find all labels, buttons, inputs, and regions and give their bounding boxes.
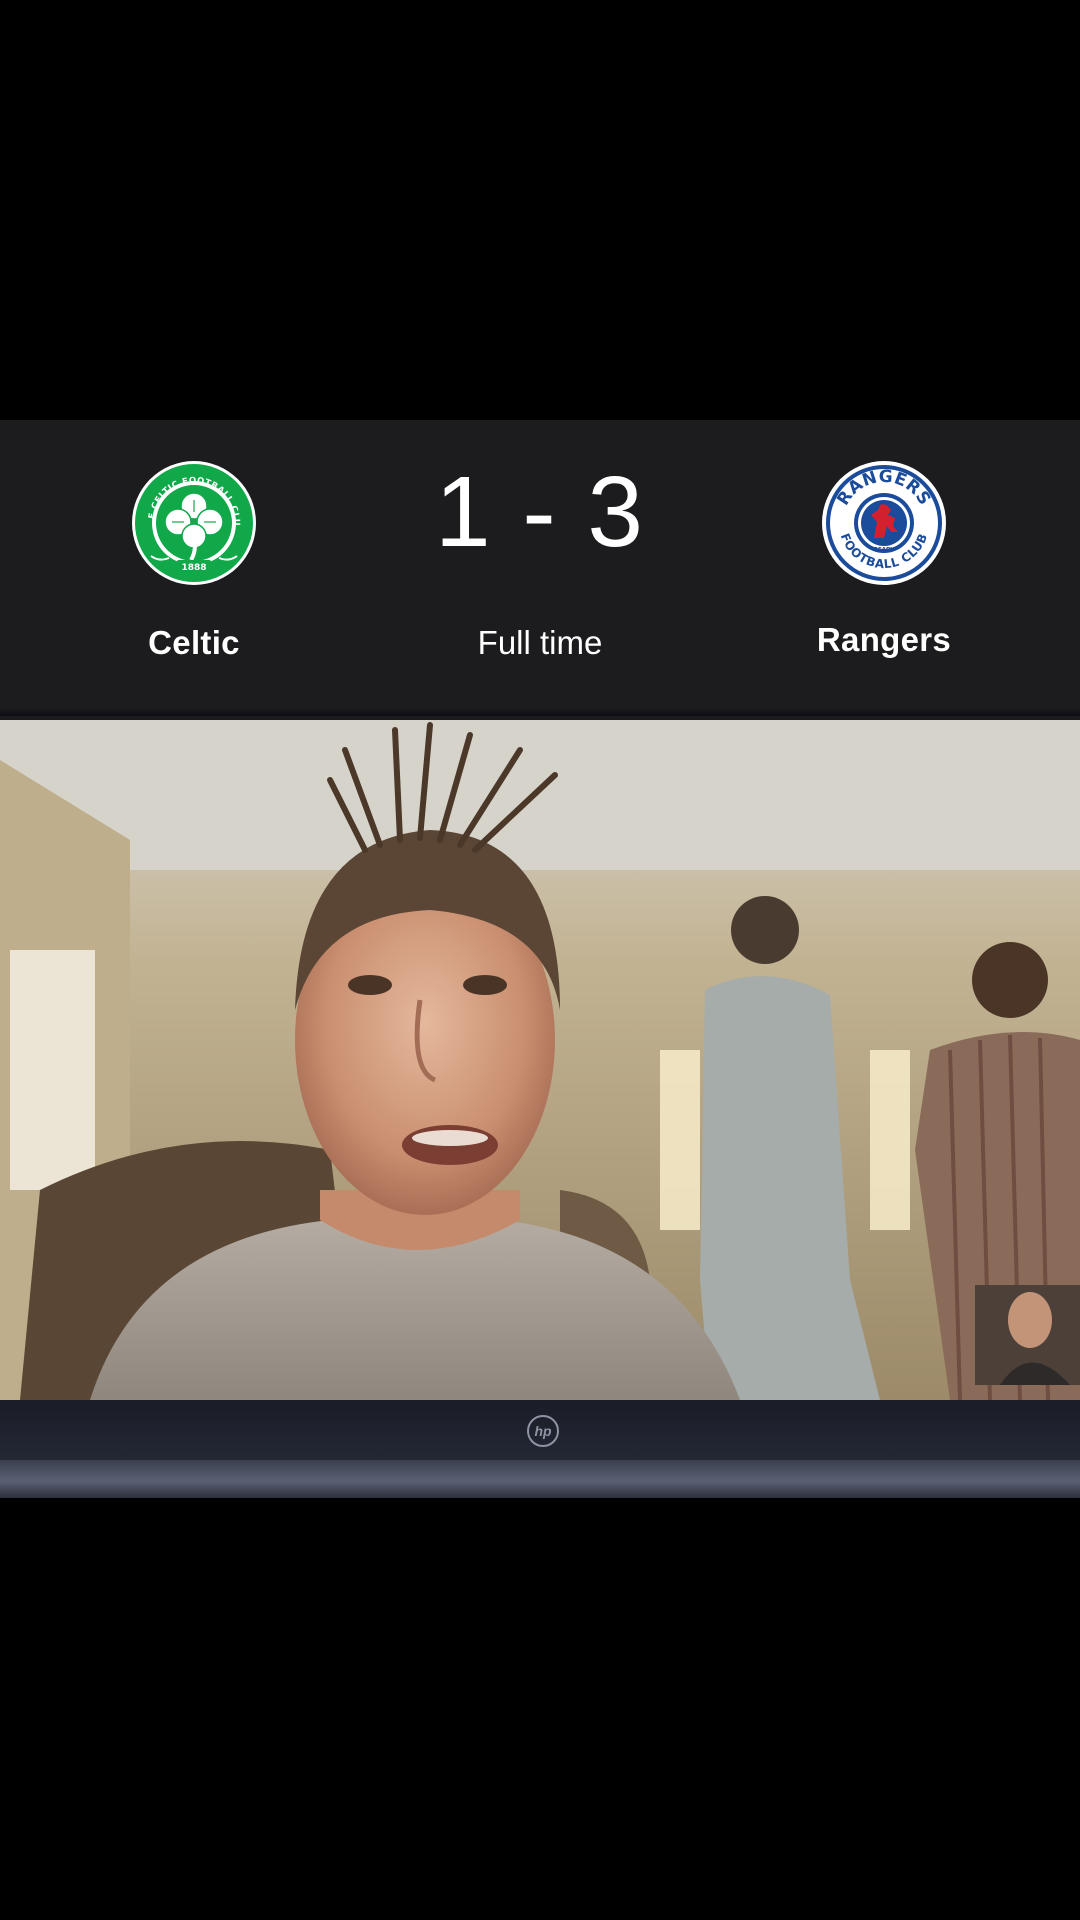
rangers-crest-icon[interactable]: RANGERS FOOTBALL CLUB READY: [821, 460, 947, 586]
video-scene-image: [0, 720, 1080, 1400]
match-score: 1 - 3: [434, 456, 646, 568]
match-status: Full time: [477, 624, 603, 661]
away-team-name[interactable]: Rangers: [754, 621, 1014, 659]
top-letterbox: [0, 0, 1080, 420]
rangers-motto: READY: [874, 547, 895, 553]
celtic-crest-icon[interactable]: THE CELTIC FOOTBALL CLUB 1888: [131, 460, 257, 586]
scoreboard-divider: [0, 708, 1080, 716]
bottom-letterbox: [0, 1498, 1080, 1920]
celtic-year: 1888: [181, 563, 206, 573]
laptop-base: [0, 1460, 1080, 1498]
hp-logo-icon: hp: [527, 1415, 559, 1447]
scoreboard: THE CELTIC FOOTBALL CLUB 1888 Celtic 1 -…: [0, 420, 1080, 720]
home-team-name[interactable]: Celtic: [64, 624, 324, 662]
video-content[interactable]: [0, 720, 1080, 1400]
